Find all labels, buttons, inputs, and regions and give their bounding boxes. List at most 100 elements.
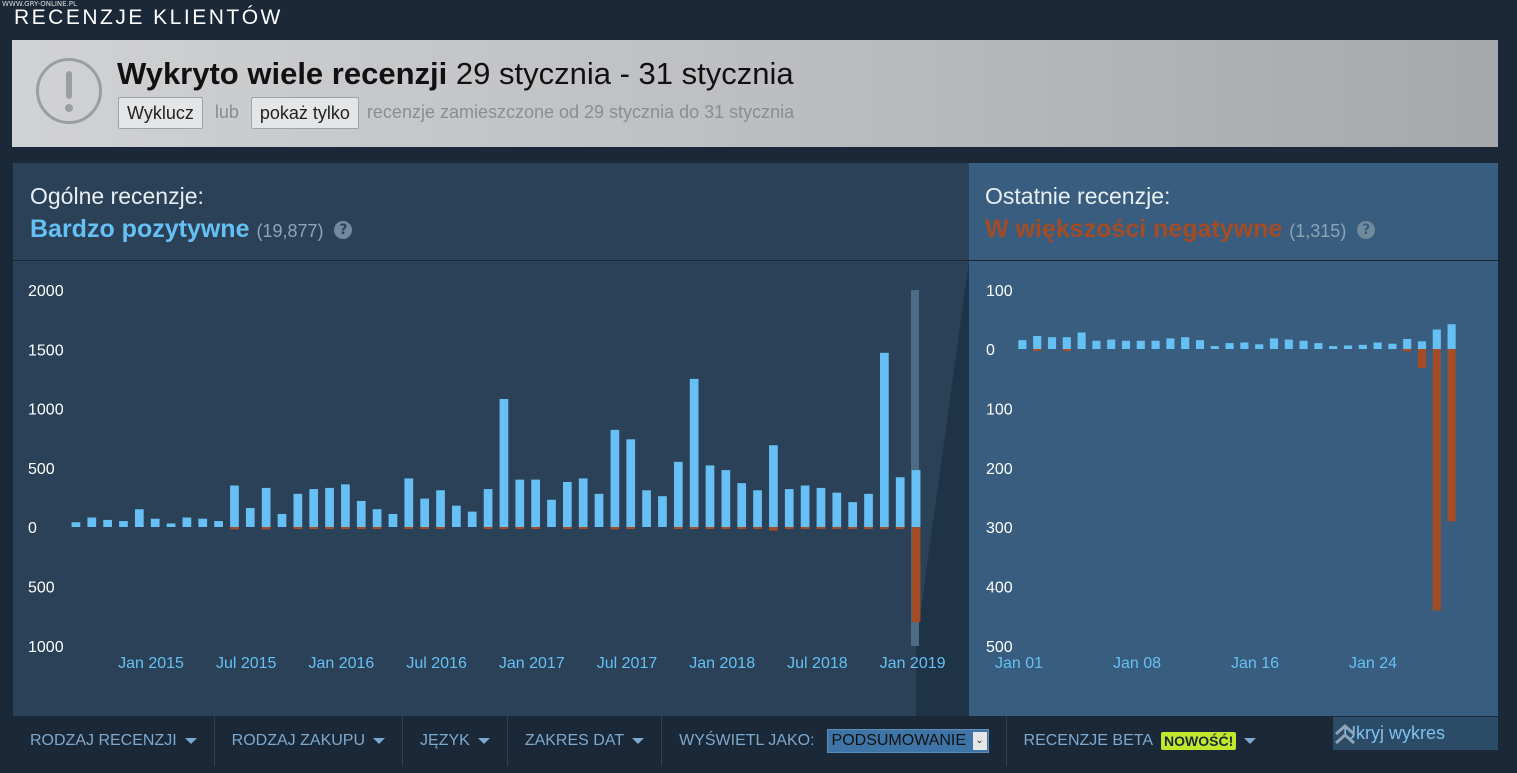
chevron-down-icon [184,738,197,744]
positive-bar [578,478,588,527]
positive-bar [547,499,556,527]
positive-bar [848,502,858,527]
alert-actions: Wyklucz lub pokaż tylko recenzje zamiesz… [118,96,794,129]
positive-bar [658,496,667,527]
negative-bar [515,527,525,529]
positive-bar [1314,343,1323,349]
language-label: JĘZYK [420,732,470,749]
y-tick-label: 0 [986,342,995,359]
positive-bar [1417,341,1427,349]
negative-bar [578,527,588,529]
negative-bar [626,527,636,529]
language-filter[interactable]: JĘZYK [403,716,508,766]
review-type-filter[interactable]: RODZAJ RECENZJI [13,716,215,766]
positive-bar [1018,340,1027,349]
negative-bar [562,527,572,529]
recent-histogram-chart[interactable]: 100 0 100 200 300 400 500Jan 01 Jan 08 Jan 16 Jan… [969,163,1498,716]
negative-bar [1417,349,1427,369]
positive-bar [1284,339,1293,349]
or-label: lub [214,102,239,122]
negative-bar [372,527,382,529]
positive-bar [1343,345,1353,349]
positive-bar [499,399,509,527]
positive-bar [880,352,889,527]
negative-bar [1062,349,1071,351]
recent-reviews-panel: Ostatnie recenzje: W większości negatywn… [969,163,1498,716]
date-range-label: ZAKRES DAT [524,732,625,749]
negative-bar [499,527,509,529]
y-tick-label: 1000 [28,639,64,656]
positive-bar [1047,337,1057,349]
positive-bar [293,493,303,527]
date-range-filter[interactable]: ZAKRES DAT [508,716,663,766]
positive-bar [515,479,525,527]
negative-bar [356,527,366,529]
positive-bar [134,509,144,527]
positive-bar [341,484,350,527]
positive-bar [673,461,683,527]
select-chevron-icon: ⌄ [972,732,987,750]
negative-bar [610,527,620,530]
positive-bar [309,489,319,527]
positive-bar [150,518,160,527]
chevron-down-icon [1244,738,1257,744]
overall-histogram-chart[interactable]: 2000 1500 1000 500 0 500 1000 Jan 2015 Jul 2015 J… [13,163,969,716]
section-title: RECENZJE KLIENTÓW [14,6,283,29]
positive-bar [784,489,794,527]
positive-bar [1077,332,1086,349]
negative-bar [737,527,747,529]
purchase-type-filter[interactable]: RODZAJ ZAKUPU [215,716,404,766]
positive-bar [1447,324,1456,349]
display-as-select[interactable]: PODSUMOWANIE ⌄ [826,729,989,753]
x-tick-label: Jul 2018 [787,655,848,672]
positive-bar [689,378,699,527]
positive-bar [404,478,414,527]
y-tick-label: 500 [28,580,55,597]
negative-bar [531,527,540,529]
positive-bar [1033,336,1042,349]
hide-graph-button[interactable]: Ukryj wykres [1333,717,1498,750]
negative-bar [880,527,889,529]
positive-bar [1373,342,1382,349]
positive-bar [1151,340,1160,349]
positive-bar [230,485,239,527]
alert-title-bold: Wykryto wiele recenzji [117,56,448,91]
beta-reviews-filter[interactable]: RECENZJE BETA NOWOŚĆ! [1007,716,1274,766]
alert-title: Wykryto wiele recenzji 29 stycznia - 31 … [117,56,794,92]
exclude-button[interactable]: Wyklucz [118,96,203,129]
positive-bar [705,465,715,527]
negative-bar [341,527,350,529]
positive-bar [610,429,620,527]
positive-bar [483,489,493,527]
purchase-type-label: RODZAJ ZAKUPU [231,732,366,749]
positive-bar [119,521,128,527]
chevron-down-icon [373,738,386,744]
positive-bar [1121,340,1131,349]
positive-bar [721,470,731,527]
show-only-button[interactable]: pokaż tylko [250,96,359,129]
double-chevron-up-icon [1335,723,1355,745]
x-tick-label: Jan 01 [995,655,1043,672]
positive-bar [1255,344,1264,349]
y-tick-label: 1500 [28,342,64,359]
x-tick-label: Jul 2016 [406,655,467,672]
negative-bar [483,527,493,529]
positive-bar [1210,346,1219,349]
x-tick-label: Jan 24 [1349,655,1397,672]
positive-bar [467,511,477,527]
negative-bar [404,527,414,529]
positive-bar [372,509,382,527]
negative-bar [261,527,271,530]
new-badge: NOWOŚĆ! [1161,732,1237,750]
negative-bar [1033,349,1042,351]
positive-bar [737,483,747,527]
positive-bar [1299,340,1308,349]
chevron-down-icon [477,738,490,744]
positive-bar [594,493,604,527]
positive-bar [753,490,762,527]
y-tick-label: 500 [28,461,55,478]
negative-bar [436,527,445,529]
positive-bar [864,493,873,527]
positive-bar [166,523,176,527]
positive-bar [71,522,81,527]
